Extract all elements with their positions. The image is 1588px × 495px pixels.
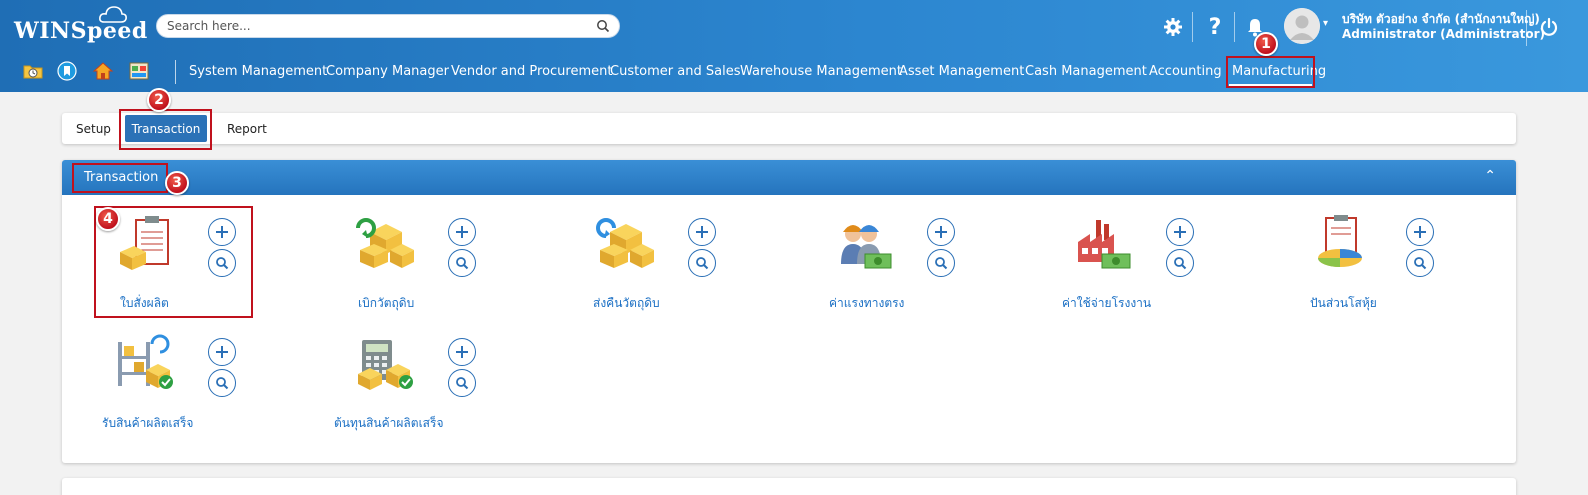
help-icon[interactable]: ? (1202, 14, 1228, 40)
search-icon[interactable] (688, 249, 716, 277)
add-icon[interactable] (448, 338, 476, 366)
search-icon[interactable] (208, 369, 236, 397)
add-icon[interactable] (1166, 218, 1194, 246)
search-icon[interactable] (448, 249, 476, 277)
annotation-highlight-tab (119, 109, 212, 150)
winspeed-logo[interactable]: WINSpeed (14, 18, 148, 44)
dashboard-icon[interactable] (128, 60, 150, 82)
search-box[interactable] (156, 14, 620, 38)
add-icon[interactable] (927, 218, 955, 246)
annotation-highlight-manufacturing (1226, 56, 1315, 88)
finished-goods-cost-calculator-icon[interactable] (356, 334, 416, 392)
transaction-label[interactable]: รับสินค้าผลิตเสร็จ (102, 414, 193, 433)
tab-setup[interactable]: Setup (76, 122, 111, 136)
user-avatar[interactable] (1284, 8, 1320, 44)
finished-goods-receipt-icon[interactable] (116, 334, 176, 392)
transaction-item-overhead-allocation[interactable]: ปันส่วนโสหุ้ย (1310, 214, 1514, 324)
header-divider (1234, 12, 1235, 42)
search-icon[interactable] (927, 249, 955, 277)
transaction-label[interactable]: เบิกวัตถุดิบ (358, 294, 414, 313)
search-icon[interactable] (448, 369, 476, 397)
nav-warehouse-management[interactable]: Warehouse Management (740, 64, 902, 79)
transaction-label[interactable]: ส่งคืนวัตถุดิบ (593, 294, 660, 313)
nav-system-management[interactable]: System Management (189, 64, 327, 79)
tab-report[interactable]: Report (227, 122, 267, 136)
collapse-chevron-icon[interactable]: ⌃ (1484, 168, 1496, 184)
annotation-badge-3: 3 (165, 171, 189, 195)
annotation-highlight-panel-title (72, 163, 168, 193)
nav-company-manager[interactable]: Company Manager (326, 64, 449, 79)
transaction-label[interactable]: ค่าใช้จ่ายโรงงาน (1062, 294, 1151, 313)
next-panel (62, 478, 1516, 495)
bookmark-icon[interactable] (56, 60, 78, 82)
annotation-badge-2: 2 (147, 88, 171, 112)
search-icon[interactable] (1166, 249, 1194, 277)
transaction-label[interactable]: ต้นทุนสินค้าผลิตเสร็จ (334, 414, 443, 433)
chevron-down-icon[interactable]: ▾ (1323, 18, 1328, 29)
material-return-icon[interactable] (596, 214, 656, 272)
transaction-label[interactable]: ค่าแรงทางตรง (829, 294, 904, 313)
top-header: WINSpeed ? (0, 0, 1588, 92)
panel-header[interactable]: Transaction ⌃ (62, 160, 1516, 195)
material-requisition-icon[interactable] (356, 214, 416, 272)
user-name: Administrator (Administrator) (1342, 27, 1546, 41)
transaction-item-direct-labor[interactable]: ค่าแรงทางตรง (829, 214, 1035, 324)
module-tabs: Setup Transaction Report (62, 113, 1516, 144)
transaction-item-factory-overhead[interactable]: ค่าใช้จ่ายโรงงาน (1062, 214, 1274, 324)
nav-vendor-procurement[interactable]: Vendor and Procurement (451, 64, 612, 79)
settings-gear-icon[interactable] (1160, 14, 1186, 40)
transaction-item-finished-goods-cost[interactable]: ต้นทุนสินค้าผลิตเสร็จ (334, 334, 556, 444)
add-icon[interactable] (1406, 218, 1434, 246)
nav-accounting[interactable]: Accounting (1149, 64, 1222, 79)
nav-cash-management[interactable]: Cash Management (1025, 64, 1147, 79)
direct-labor-workers-icon[interactable] (835, 214, 895, 272)
transaction-item-material-return[interactable]: ส่งคืนวัตถุดิบ (593, 214, 796, 324)
search-icon[interactable] (596, 19, 610, 33)
nav-divider (175, 60, 176, 84)
search-icon[interactable] (1406, 249, 1434, 277)
nav-customer-sales[interactable]: Customer and Sales (610, 64, 740, 79)
home-icon[interactable] (92, 60, 114, 82)
annotation-badge-4: 4 (96, 207, 120, 231)
power-icon[interactable] (1536, 14, 1562, 40)
add-icon[interactable] (208, 338, 236, 366)
header-divider (1192, 12, 1193, 42)
header-divider (1526, 10, 1527, 46)
transaction-label[interactable]: ปันส่วนโสหุ้ย (1310, 294, 1377, 313)
folder-clock-icon[interactable] (22, 60, 44, 82)
factory-expense-icon[interactable] (1074, 214, 1134, 272)
add-icon[interactable] (688, 218, 716, 246)
annotation-badge-1: 1 (1254, 32, 1278, 56)
nav-asset-management[interactable]: Asset Management (899, 64, 1024, 79)
search-input[interactable] (167, 17, 587, 35)
add-icon[interactable] (448, 218, 476, 246)
transaction-item-finished-goods-receipt[interactable]: รับสินค้าผลิตเสร็จ (102, 334, 316, 444)
overhead-allocation-chart-icon[interactable] (1314, 214, 1374, 272)
transaction-item-material-requisition[interactable]: เบิกวัตถุดิบ (356, 214, 556, 324)
